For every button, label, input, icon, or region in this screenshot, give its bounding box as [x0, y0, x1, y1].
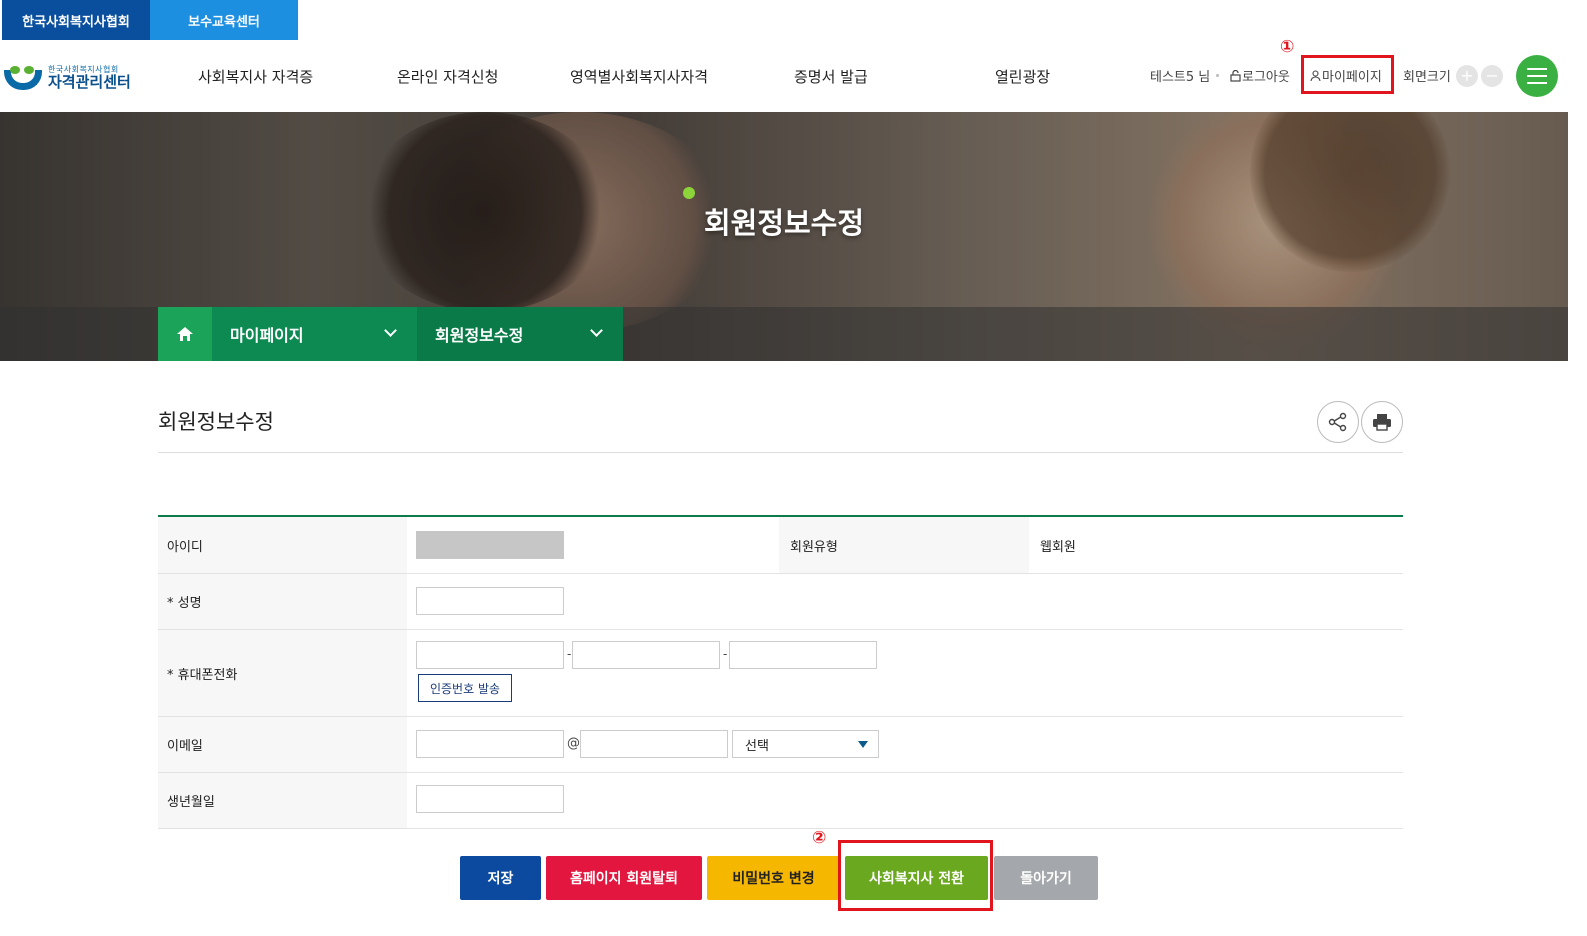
member-info-form: 아이디 회원유형 웹회원 * 성명 * 휴대폰전화 - - 인증번호 발송 이메… — [158, 515, 1403, 829]
email-domain-input[interactable] — [580, 730, 728, 758]
form-row-email: 이메일 @ 선택 — [158, 717, 1403, 773]
chevron-down-icon — [384, 324, 397, 337]
user-name: 테스트5 님 — [1150, 70, 1211, 85]
gnb-online-apply[interactable]: 온라인 자격신청 — [397, 66, 498, 87]
phone-input-3[interactable] — [729, 641, 877, 669]
withdraw-button[interactable]: 홈페이지 회원탈퇴 — [546, 856, 702, 900]
print-icon[interactable] — [1361, 401, 1403, 443]
logout-link[interactable]: 로그아웃 — [1230, 66, 1290, 85]
id-cell — [407, 517, 779, 573]
breadcrumb-mypage[interactable]: 마이페이지 — [212, 307, 417, 361]
logo-title: 자격관리센터 — [48, 73, 131, 91]
id-label: 아이디 — [158, 517, 407, 573]
breadcrumb-edit-profile[interactable]: 회원정보수정 — [417, 307, 623, 361]
id-field — [416, 531, 564, 559]
phone-dash: - — [723, 647, 728, 661]
email-label: 이메일 — [158, 717, 407, 772]
back-button[interactable]: 돌아가기 — [994, 856, 1098, 900]
email-local-input[interactable] — [416, 730, 564, 758]
separator-dot — [1216, 74, 1220, 77]
org-tab-kasw[interactable]: 한국사회복지사협회 — [2, 0, 150, 40]
member-type-value: 웹회원 — [1040, 539, 1076, 555]
user-greeting: 테스트5 님 — [1150, 66, 1225, 85]
hero-title: 회원정보수정 — [703, 206, 865, 240]
gnb-open-plaza[interactable]: 열린광장 — [995, 66, 1050, 87]
name-label: * 성명 — [158, 574, 407, 629]
name-input[interactable] — [416, 587, 564, 615]
birth-input[interactable] — [416, 785, 564, 813]
logo-mark-icon — [2, 64, 44, 92]
form-row-name: * 성명 — [158, 574, 1403, 630]
phone-input-1[interactable] — [416, 641, 564, 669]
page-title: 회원정보수정 — [158, 410, 274, 434]
form-row-phone: * 휴대폰전화 - - 인증번호 발송 — [158, 630, 1403, 717]
share-icon[interactable] — [1317, 401, 1359, 443]
breadcrumb-edit-profile-label: 회원정보수정 — [435, 326, 524, 345]
hamburger-menu-icon[interactable] — [1516, 55, 1558, 97]
org-tab-education-center[interactable]: 보수교육센터 — [150, 0, 298, 40]
send-auth-code-button[interactable]: 인증번호 발송 — [418, 674, 512, 702]
email-domain-select[interactable]: 선택 — [732, 730, 879, 758]
logout-label: 로그아웃 — [1242, 70, 1290, 85]
zoom-in-button[interactable]: + — [1456, 65, 1478, 87]
site-logo[interactable]: 한국사회복지사협회 자격관리센터 — [2, 62, 142, 94]
title-divider — [158, 452, 1403, 453]
font-size-label: 회면크기 — [1403, 70, 1451, 85]
breadcrumb-mypage-label: 마이페이지 — [230, 326, 304, 345]
home-icon[interactable] — [158, 307, 212, 361]
phone-dash: - — [567, 647, 572, 661]
gnb-area-certificate[interactable]: 영역별사회복지사자격 — [570, 66, 708, 87]
birth-label: 생년월일 — [158, 773, 407, 828]
email-select-value: 선택 — [745, 738, 769, 754]
gnb-issue-certificate[interactable]: 증명서 발급 — [794, 66, 868, 87]
step-1-marker: ① — [1280, 37, 1295, 57]
chevron-down-icon — [590, 324, 603, 337]
step-2-marker: ② — [812, 828, 827, 848]
lock-icon — [1230, 69, 1241, 82]
save-button[interactable]: 저장 — [460, 856, 541, 900]
gnb-certificate[interactable]: 사회복지사 자격증 — [198, 66, 313, 87]
member-type-label: 회원유형 — [779, 517, 1029, 573]
form-row-birth: 생년월일 — [158, 773, 1403, 829]
change-password-button[interactable]: 비밀번호 변경 — [707, 856, 840, 900]
email-at-sign: @ — [567, 736, 580, 751]
phone-input-2[interactable] — [572, 641, 720, 669]
hero-accent-dot — [683, 187, 695, 199]
dropdown-arrow-icon — [858, 741, 868, 748]
highlight-box-mypage — [1301, 55, 1394, 94]
phone-label: * 휴대폰전화 — [158, 630, 407, 716]
form-row-id: 아이디 회원유형 웹회원 — [158, 517, 1403, 574]
zoom-out-button[interactable]: − — [1481, 65, 1503, 87]
highlight-box-convert — [838, 840, 993, 911]
